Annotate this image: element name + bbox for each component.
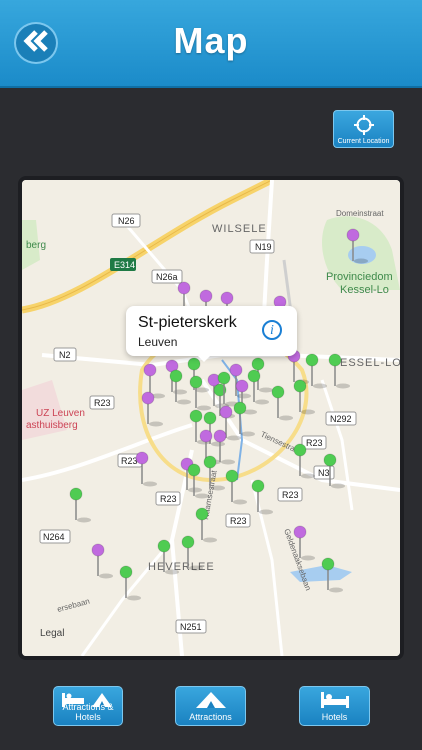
road-shield-label: N2 — [59, 350, 71, 360]
road-shield-label: R23 — [306, 438, 323, 448]
street-label: Domeinstraat — [336, 209, 384, 218]
road-shield-label: R23 — [230, 516, 247, 526]
callout-tip — [196, 354, 212, 362]
crosshair-icon — [354, 115, 374, 140]
road-shield-label: R23 — [121, 456, 138, 466]
place-label: ESSEL-LO — [340, 357, 400, 369]
header-bar: Map — [0, 0, 422, 88]
tab-hotels[interactable]: Hotels — [299, 686, 370, 726]
road-shield-label: E314 — [114, 260, 135, 270]
info-icon[interactable]: i — [262, 320, 282, 340]
place-label: berg — [26, 240, 46, 251]
road-shield-label: N19 — [255, 242, 272, 252]
road-shield-label: N264 — [43, 532, 65, 542]
current-location-label: Current Location — [337, 138, 390, 145]
map-canvas: WILSELE Provinciedom Kessel-Lo ESSEL-LO … — [22, 180, 400, 656]
road-shield-label: N292 — [330, 414, 352, 424]
road-shield-label: R23 — [94, 398, 111, 408]
place-label: HEVERLEE — [148, 561, 215, 573]
place-label: asthuisberg — [26, 420, 78, 431]
place-label: Provinciedom — [326, 271, 393, 283]
tab-attractions-hotels[interactable]: Attractions & Hotels — [53, 686, 123, 726]
road-shield-label: N26a — [156, 272, 178, 282]
road-shield-label: N251 — [180, 622, 202, 632]
callout-subtitle: Leuven — [138, 335, 178, 349]
tab-label: Attractions — [189, 712, 232, 722]
place-label: WILSELE — [212, 223, 267, 235]
road-shield-label: N26 — [118, 216, 135, 226]
road-shield-label: R23 — [160, 494, 177, 504]
legal-link[interactable]: Legal — [40, 628, 64, 639]
place-label: Kessel-Lo — [340, 284, 389, 296]
callout-title: St-pieterskerk — [138, 314, 237, 331]
tab-attractions[interactable]: Attractions — [175, 686, 246, 726]
current-location-button[interactable]: Current Location — [333, 110, 394, 148]
tab-label: Attractions & Hotels — [62, 702, 114, 722]
bed-icon — [300, 690, 369, 710]
road-shield-label: R23 — [282, 490, 299, 500]
tent-icon — [176, 690, 245, 710]
page-title: Map — [173, 20, 249, 61]
place-label: UZ Leuven — [36, 408, 85, 419]
map-view[interactable]: WILSELE Provinciedom Kessel-Lo ESSEL-LO … — [18, 176, 404, 660]
road-shield-label: N3 — [318, 468, 330, 478]
place-callout[interactable]: St-pieterskerk Leuven i — [126, 306, 297, 362]
tab-label: Hotels — [321, 712, 348, 722]
